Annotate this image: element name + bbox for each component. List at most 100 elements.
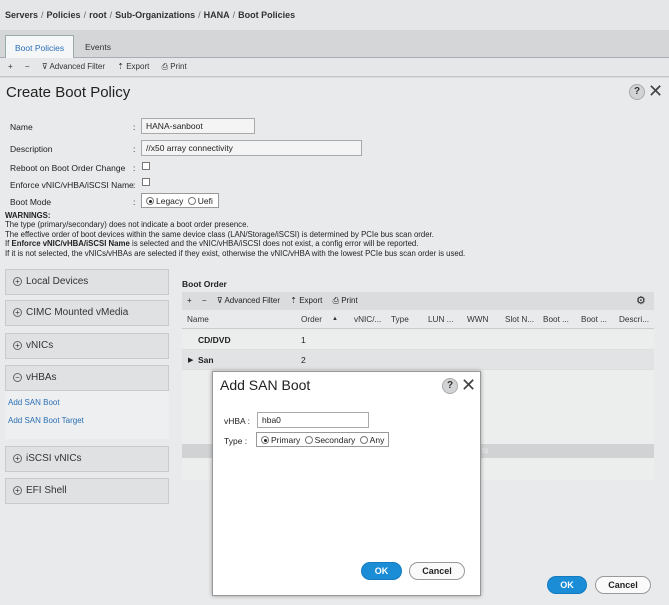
export-icon: ⇡ [117,62,124,71]
boot-order-header: Name Order ▲ vNIC/... Type LUN ... WWN S… [182,311,654,329]
panel-vhbas[interactable]: − vHBAs [5,365,169,391]
column-header[interactable]: Boot ... [581,315,607,324]
warning-line: The effective order of boot devices with… [5,229,434,239]
breadcrumb-hana[interactable]: HANA [204,10,230,20]
reboot-checkbox[interactable] [142,162,150,170]
radio-selected-icon [146,197,154,205]
help-icon[interactable]: ? [629,84,645,100]
name-input[interactable]: HANA-sanboot [141,118,255,134]
boot-mode-label: Boot Mode [10,197,52,207]
dialog-title: Add SAN Boot [220,377,311,393]
warning-line: If Enforce vNIC/vHBA/iSCSI Name is selec… [5,239,419,249]
boot-mode-radio-group: Legacy Uefi [141,193,219,208]
gear-icon[interactable]: ⚙ [636,294,646,307]
panel-local-devices[interactable]: + Local Devices [5,269,169,295]
boot-order-add-button[interactable]: + [187,296,192,305]
print-icon: ⎙ [161,62,168,71]
expand-icon: + [13,308,22,317]
boot-mode-uefi[interactable]: Uefi [187,196,213,206]
print-icon: ⎙ [332,296,339,305]
column-header[interactable]: LUN ... [428,315,453,324]
breadcrumb-servers[interactable]: Servers [5,10,38,20]
enforce-colon: : [133,180,136,190]
type-label: Type : [224,436,248,446]
dialog-close-icon[interactable]: ✕ [461,376,476,394]
panel-efi-shell[interactable]: + EFI Shell [5,478,169,504]
boot-mode-colon: : [133,197,136,207]
export-icon: ⇡ [290,296,297,305]
type-radio-group: Primary Secondary Any [256,432,389,447]
column-header[interactable]: Order [301,315,322,324]
breadcrumb-policies[interactable]: Policies [47,10,81,20]
filter-icon: ⊽ [41,62,48,71]
breadcrumb-sub-organizations[interactable]: Sub-Organizations [115,10,195,20]
boot-order-toolbar: + − ⊽ Advanced Filter ⇡ Export ⎙ Print ⚙ [182,292,654,310]
column-header[interactable]: vNIC/... [354,315,381,324]
column-header[interactable]: WWN [467,315,488,324]
table-row[interactable]: ▶ San 2 [182,350,654,370]
column-header[interactable]: Descri... [619,315,649,324]
tab-bar: Boot Policies Events [0,30,669,59]
tab-events[interactable]: Events [76,35,120,59]
boot-order-print-button[interactable]: ⎙ Print [333,296,358,305]
dialog-cancel-button[interactable]: Cancel [409,562,465,580]
tab-boot-policies[interactable]: Boot Policies [5,35,75,59]
reboot-label: Reboot on Boot Order Change [10,163,126,173]
add-san-boot-dialog: Add SAN Boot ? ✕ vHBA : hba0 Type : Prim… [212,371,481,596]
type-secondary[interactable]: Secondary [304,435,355,445]
add-san-boot-link[interactable]: Add SAN Boot [8,398,60,407]
collapse-icon: − [13,373,22,382]
boot-order-export-button[interactable]: ⇡ Export [290,296,322,305]
dialog-help-icon[interactable]: ? [442,378,458,394]
column-header[interactable]: Slot N... [505,315,534,324]
advanced-filter-button[interactable]: ⊽ Advanced Filter [42,62,105,71]
description-input[interactable]: //x50 array connectivity [141,140,362,156]
description-label: Description [10,144,53,154]
warning-line: The type (primary/secondary) does not in… [5,220,249,230]
vhba-input[interactable]: hba0 [257,412,369,428]
enforce-checkbox[interactable] [142,178,150,186]
reboot-colon: : [133,163,136,173]
panel-iscsi-vnics[interactable]: + iSCSI vNICs [5,446,169,472]
expand-icon: + [13,341,22,350]
boot-order-title: Boot Order [182,279,227,289]
row-order: 2 [301,355,306,365]
cancel-button[interactable]: Cancel [595,576,651,594]
radio-selected-icon [261,436,269,444]
boot-mode-legacy[interactable]: Legacy [146,196,183,206]
add-button[interactable]: + [8,62,13,71]
type-any[interactable]: Any [359,435,384,445]
table-row[interactable]: CD/DVD 1 [182,330,654,350]
print-button[interactable]: ⎙ Print [162,62,187,71]
action-bar-text: ts [482,446,489,455]
vhba-label: vHBA : [224,416,250,426]
expand-icon: + [13,486,22,495]
column-header[interactable]: Boot ... [543,315,569,324]
close-icon[interactable]: ✕ [648,82,663,100]
expand-arrow-icon[interactable]: ▶ [188,356,193,364]
export-button[interactable]: ⇡ Export [117,62,149,71]
warning-line: If it is not selected, the vNICs/vHBAs a… [5,248,466,258]
dialog-ok-button[interactable]: OK [361,562,402,580]
warnings-block: WARNINGS: The type (primary/secondary) d… [5,211,665,258]
panel-cimc-mounted-vmedia[interactable]: + CIMC Mounted vMedia [5,300,169,326]
ok-button[interactable]: OK [547,576,587,594]
row-order: 1 [301,335,306,345]
panel-vnics[interactable]: + vNICs [5,333,169,359]
radio-unselected-icon [359,436,368,444]
column-header[interactable]: Type [391,315,409,324]
expand-icon: + [13,454,22,463]
breadcrumb-root[interactable]: root [89,10,107,20]
description-colon: : [133,144,136,154]
sort-asc-icon[interactable]: ▲ [332,316,338,322]
boot-order-remove-button[interactable]: − [202,296,207,305]
expand-icon: + [13,277,22,286]
name-colon: : [133,122,136,132]
add-san-boot-target-link[interactable]: Add SAN Boot Target [8,416,84,425]
column-header[interactable]: Name [187,315,209,324]
breadcrumb-boot-policies: Boot Policies [238,10,296,20]
boot-order-filter-button[interactable]: ⊽ Advanced Filter [217,296,280,305]
remove-button[interactable]: − [25,62,30,71]
type-primary[interactable]: Primary [261,435,300,445]
breadcrumb: Servers / Policies / root / Sub-Organizations /… [0,0,669,30]
